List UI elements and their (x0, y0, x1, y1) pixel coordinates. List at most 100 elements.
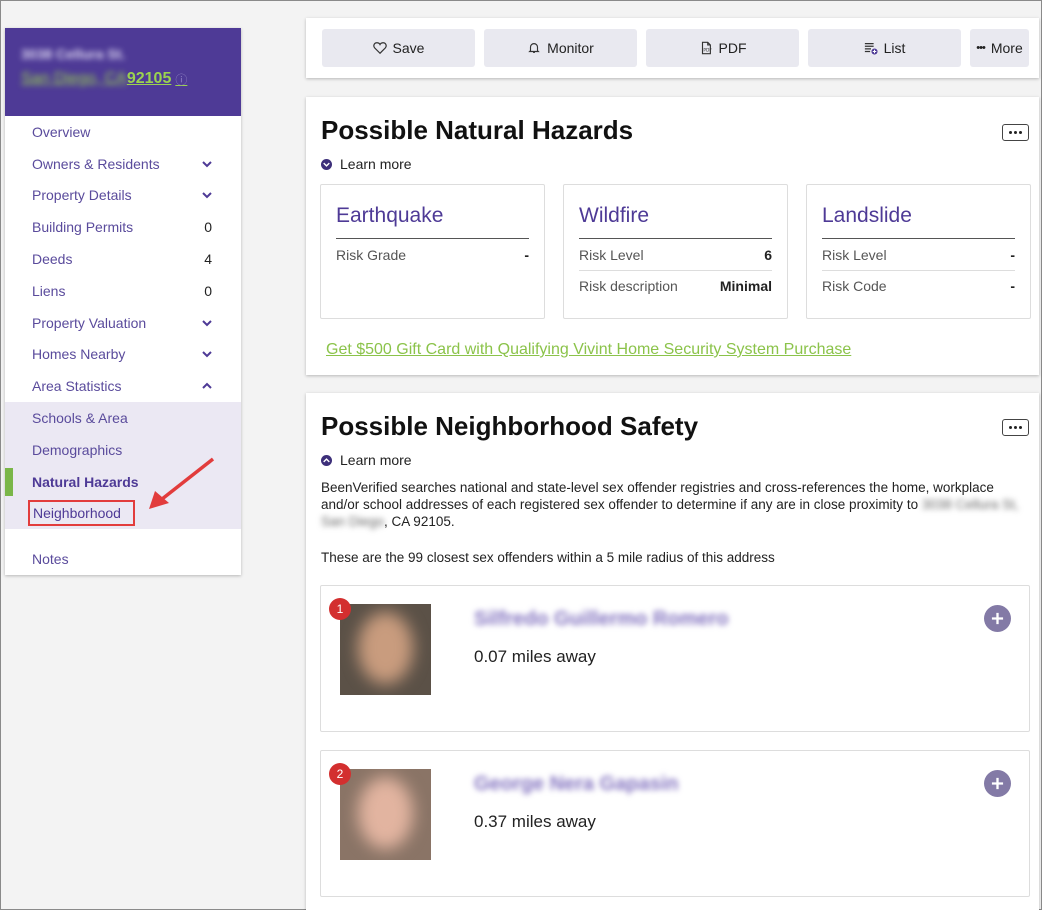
learn-more-toggle[interactable]: Learn more (321, 156, 412, 172)
hazard-row: Risk Level - (822, 239, 1015, 270)
hazard-card-earthquake: Earthquake Risk Grade - (320, 184, 545, 319)
closest-offenders-text: These are the 99 closest sex offenders w… (321, 550, 775, 565)
offender-photo (340, 604, 431, 695)
sidebar-nav: Overview Owners & Residents Property Det… (5, 116, 241, 402)
offender-name[interactable]: George Nera Gapasin (474, 773, 679, 796)
hazard-row-label: Risk Code (822, 278, 887, 294)
expand-plus-icon[interactable] (984, 770, 1011, 797)
address-zip: 92105 (126, 70, 172, 87)
more-label: More (990, 40, 1023, 56)
sidebar-item-overview[interactable]: Overview (5, 116, 241, 148)
chevron-down-icon (202, 160, 212, 168)
hazard-row-value: - (1010, 278, 1015, 294)
svg-text:PDF: PDF (703, 48, 712, 54)
learn-more-label: Learn more (340, 452, 412, 468)
sidebar-item-schools-area[interactable]: Schools & Area (5, 402, 241, 434)
sidebar-item-label: Demographics (32, 441, 123, 458)
hazard-row-value: Minimal (719, 278, 772, 294)
dot-icon (1019, 131, 1022, 134)
address-city-link[interactable]: San Diego, CA 92105 ⓘ (21, 70, 241, 88)
save-label: Save (392, 40, 425, 56)
expand-plus-icon[interactable] (984, 605, 1011, 632)
hazard-title: Landslide (822, 204, 1015, 239)
sidebar-item-label: Property Valuation (32, 314, 147, 331)
dot-icon (1014, 131, 1017, 134)
rank-badge: 2 (329, 763, 351, 785)
action-toolbar: Save Monitor PDF PDF List ••• More (306, 18, 1039, 78)
hazard-title: Earthquake (336, 204, 529, 239)
sidebar-item-label: Property Details (32, 187, 132, 204)
card-title: Possible Neighborhood Safety (321, 411, 699, 441)
hazard-row-label: Risk Level (822, 246, 887, 263)
description-text: BeenVerified searches national and state… (321, 480, 994, 512)
sidebar-item-label: Building Permits (32, 219, 134, 236)
chevron-down-icon (202, 319, 212, 327)
natural-hazards-card: Possible Natural Hazards Learn more Eart… (306, 97, 1039, 375)
pdf-button[interactable]: PDF PDF (646, 29, 799, 67)
card-options-button[interactable] (1002, 124, 1029, 141)
card-options-button[interactable] (1002, 419, 1029, 436)
hazard-row-value: 6 (764, 246, 772, 263)
rank-badge: 1 (329, 598, 351, 620)
sidebar-item-label: Notes (32, 551, 69, 568)
pdf-icon: PDF (701, 41, 712, 55)
hazard-row-label: Risk Grade (336, 246, 407, 263)
monitor-button[interactable]: Monitor (484, 29, 637, 67)
hazard-row: Risk Grade - (336, 239, 529, 270)
promo-link[interactable]: Get $500 Gift Card with Qualifying Vivin… (326, 341, 851, 359)
list-label: List (883, 40, 906, 56)
pdf-label: PDF (718, 40, 747, 56)
sidebar-item-label: Liens (32, 282, 66, 299)
hazard-card-wildfire: Wildfire Risk Level 6 Risk description M… (563, 184, 788, 319)
dot-icon (1019, 426, 1022, 429)
hazard-title: Wildfire (579, 204, 772, 239)
offender-photo (340, 769, 431, 860)
offender-name[interactable]: Silfredo Guillermo Romero (474, 608, 728, 631)
add-to-list-button[interactable]: List (808, 29, 961, 67)
sidebar-item-property-valuation[interactable]: Property Valuation (5, 307, 241, 339)
sidebar-notes: Notes (5, 543, 241, 575)
sidebar-item-label: Schools & Area (32, 410, 128, 427)
sidebar-item-owners-residents[interactable]: Owners & Residents (5, 148, 241, 180)
address-city: San Diego, CA (21, 70, 127, 87)
sidebar-item-liens[interactable]: Liens 0 (5, 275, 241, 307)
learn-more-label: Learn more (340, 156, 412, 172)
chevron-down-icon (202, 192, 212, 199)
neighborhood-safety-card: Possible Neighborhood Safety Learn more … (306, 393, 1039, 910)
address-header: 3038 Cellura St. San Diego, CA 92105 ⓘ (5, 28, 241, 116)
sidebar-item-label: Overview (32, 123, 91, 140)
list-add-icon (864, 42, 878, 55)
chevron-up-icon (202, 382, 212, 389)
sidebar-item-homes-nearby[interactable]: Homes Nearby (5, 339, 241, 371)
sidebar-item-deeds[interactable]: Deeds 4 (5, 243, 241, 275)
sidebar-item-count: 0 (204, 282, 212, 299)
sidebar-item-property-details[interactable]: Property Details (5, 180, 241, 212)
learn-more-toggle[interactable]: Learn more (321, 452, 412, 468)
sidebar-item-area-statistics[interactable]: Area Statistics (5, 370, 241, 402)
hazard-row: Risk Level 6 (579, 239, 772, 270)
bell-icon (528, 43, 540, 53)
dot-icon (1014, 426, 1017, 429)
sidebar-item-count: 0 (204, 219, 212, 236)
sidebar-item-label: Deeds (32, 251, 73, 268)
sidebar-item-label: Natural Hazards (32, 473, 139, 490)
address-street: 3038 Cellura St. (21, 46, 126, 62)
sidebar-item-count: 4 (204, 251, 212, 268)
chevron-down-circle-icon (321, 158, 332, 170)
hazard-row: Risk description Minimal (579, 270, 772, 301)
chevron-down-icon (202, 351, 212, 358)
more-button[interactable]: ••• More (970, 29, 1029, 67)
annotation-arrow-icon (149, 457, 215, 509)
offender-card[interactable]: 1 Silfredo Guillermo Romero 0.07 miles a… (320, 585, 1030, 732)
hazard-card-landslide: Landslide Risk Level - Risk Code - (806, 184, 1031, 319)
sidebar-item-building-permits[interactable]: Building Permits 0 (5, 211, 241, 243)
offender-card[interactable]: 2 George Nera Gapasin 0.37 miles away (320, 750, 1030, 897)
hazard-row: Risk Code - (822, 270, 1015, 301)
info-icon[interactable]: ⓘ (175, 71, 187, 88)
description-end: , CA 92105. (384, 514, 455, 529)
save-button[interactable]: Save (322, 29, 475, 67)
sidebar-item-notes[interactable]: Notes (5, 543, 241, 575)
card-title: Possible Natural Hazards (321, 115, 634, 145)
hazard-row-value: - (1010, 246, 1015, 263)
monitor-label: Monitor (547, 40, 594, 56)
